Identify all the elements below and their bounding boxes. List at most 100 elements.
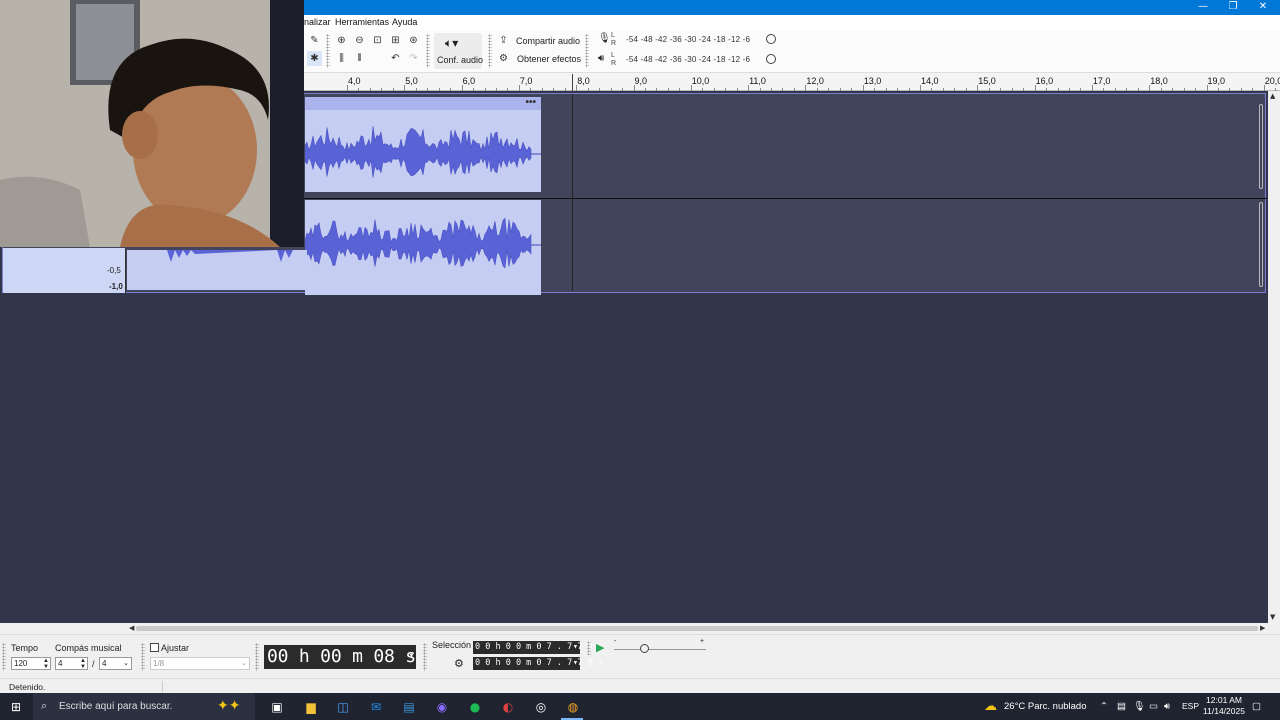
chevron-down-icon[interactable]: ▾ [409,645,414,668]
scroll-up-icon[interactable]: ▲ [1270,92,1275,100]
outlook-icon[interactable]: ✉ [367,698,385,716]
windows-start-icon[interactable]: ⊞ [7,698,25,716]
obs-icon[interactable]: ◎ [532,698,550,716]
task-view-icon[interactable]: ▣ [268,698,286,716]
audacity-icon[interactable]: ◍ [564,698,582,716]
toolbar-grip[interactable] [255,643,259,671]
playback-speed-thumb[interactable] [640,644,649,653]
zoom-fit-icon[interactable]: ⊞ [388,33,403,48]
channel-resize-handle[interactable] [1259,104,1263,189]
main-toolbar: ✎ ✱ ⊕ ⊖ ⊡ ⊞ ⊛ ⫼ ⫴ ↶ ↷ 🔈︎▾ Conf. audio ⇪ … [304,30,1280,73]
play-at-speed-button[interactable]: ▶ [596,641,604,654]
zoom-selection-icon[interactable]: ⊡ [370,33,385,48]
tray-app-icon[interactable]: ▤ [1117,701,1126,712]
tempo-label: Tempo [11,643,39,653]
spotify-icon[interactable]: ● [466,698,484,716]
taskbar-search[interactable]: ⌕ Escribe aquí para buscar. ✦✦ [33,693,255,720]
scroll-right-icon[interactable]: ▶ [1260,624,1265,632]
audio-clip-right[interactable] [305,200,541,295]
weather-text[interactable]: 26°C Parc. nublado [1004,701,1087,712]
network-icon[interactable]: ▭ [1149,701,1158,712]
app-icon[interactable]: ◐ [499,698,517,716]
toolbar-grip[interactable] [141,643,145,671]
time-signature-bottom-select[interactable]: 4 ⌄ [99,657,132,670]
clock[interactable]: 12:01 AM 11/14/2025 [1196,695,1252,717]
toolbar-grip[interactable] [587,641,591,655]
toolbar-grip[interactable] [326,34,330,68]
recording-meter[interactable]: 🎙︎ LR -54 -48 -42 -36 -30 -24 -18 -12 -6 [594,32,776,50]
status-bar: Detenido. [0,678,1280,693]
store-icon[interactable]: ◫ [334,698,352,716]
toolbar-grip[interactable] [423,643,427,671]
toolbar-grip[interactable] [585,34,589,68]
selection-settings-icon[interactable]: ⚙ [454,657,464,670]
silence-icon[interactable]: ⫴ [352,51,367,66]
trim-icon[interactable]: ⫼ [334,51,349,66]
speed-max-label: + [700,638,705,645]
spin-arrows-icon[interactable]: ▲ ▼ [43,658,49,670]
zoom-toggle-icon[interactable]: ⊛ [406,33,421,48]
channel-resize-handle[interactable] [1259,202,1263,287]
chevron-down-icon[interactable]: ▾ [573,641,578,654]
play-head-marker[interactable] [572,74,573,91]
selection-end-display[interactable]: 0 0 h 0 0 m 0 7 . 7 7 9 s ▾ [473,657,603,670]
microphone-icon[interactable]: 🎙︎ [1133,701,1145,712]
meter-channels: LR [611,32,617,47]
tempo-input[interactable]: 120 ▲ ▼ [11,657,51,670]
app-icon[interactable]: ▤ [400,698,418,716]
menu-tools[interactable]: Herramientas [335,17,389,27]
playback-level-knob[interactable] [766,54,776,64]
zoom-in-icon[interactable]: ⊕ [334,33,349,48]
audio-setup-button[interactable]: 🔈︎▾ Conf. audio [434,33,483,69]
menu-bar: nalizar Herramientas Ayuda [304,15,1280,30]
discord-icon[interactable]: ◉ [433,698,451,716]
file-explorer-icon[interactable]: ▆ [302,698,320,716]
time-display[interactable]: 00 h 00 m 08 s ▾ [264,645,416,669]
multi-tool-icon[interactable]: ✱ [307,51,322,66]
playback-meter[interactable]: 🔊︎ LR -54 -48 -42 -36 -30 -24 -18 -12 -6 [594,52,776,70]
menu-analyze[interactable]: nalizar [304,17,331,27]
menu-help[interactable]: Ayuda [392,17,417,27]
snap-checkbox[interactable] [150,643,159,652]
get-effects-button[interactable]: Obtener efectos [517,54,581,64]
redo-icon[interactable]: ↷ [406,51,421,66]
audio-clip-left[interactable]: ••• [305,97,541,192]
vertical-scale-line [125,248,126,293]
minimize-button[interactable]: — [1188,0,1218,15]
time-signature-top-input[interactable]: 4 ▲ ▼ [55,657,88,670]
toolbar-grip[interactable] [426,34,430,68]
zoom-out-icon[interactable]: ⊖ [352,33,367,48]
selection-start-display[interactable]: 0 0 h 0 0 m 0 7 . 7 7 9 s ▾ [473,641,603,654]
weather-icon[interactable]: ☁ [984,698,997,714]
close-button[interactable]: ✕ [1248,0,1278,15]
meter-channels: LR [611,52,617,67]
meter-scale: -54 -48 -42 -36 -30 -24 -18 -12 -6 [626,35,751,44]
ruler-tick-label: 13,0 [863,76,882,86]
scroll-down-icon[interactable]: ▼ [1270,613,1275,621]
share-audio-button[interactable]: Compartir audio [516,36,580,46]
ruler-tick-label: 12,0 [806,76,824,86]
webcam-person-image [0,0,304,247]
volume-icon[interactable]: 🔊︎ [1164,701,1170,712]
scale-label: -0,5 [107,266,121,275]
undo-icon[interactable]: ↶ [388,51,403,66]
toolbar-grip[interactable] [2,643,6,671]
draw-tool-icon[interactable]: ✎ [307,33,322,48]
notifications-icon[interactable]: ▢ [1252,701,1261,712]
spin-arrows-icon[interactable]: ▲ ▼ [80,658,86,670]
vertical-scrollbar[interactable]: ▲ ▼ [1268,91,1280,623]
scroll-left-icon[interactable]: ◀ [129,624,134,632]
track-control-panel[interactable]: -0,5 -1,0 [3,248,125,293]
tray-chevron-icon[interactable]: ⌃ [1100,701,1108,712]
horizontal-scrollbar[interactable]: ◀ ▶ [126,623,1268,634]
toolbar-grip[interactable] [488,34,492,68]
horizontal-scroll-thumb[interactable] [136,626,1258,631]
ruler-tick-label: 7,0 [519,76,533,86]
recording-level-knob[interactable] [766,34,776,44]
chevron-down-icon[interactable]: ▾ [573,657,578,670]
restore-button[interactable]: ❐ [1218,0,1248,15]
microphone-icon: 🎙︎ [598,33,611,44]
timeline-ruler[interactable]: 4,0 5,0 6,0 7,0 8,0 9,0 10,0 11,0 12,0 13,0 14,0 15… [304,73,1280,91]
playback-speed-slider[interactable] [614,649,706,650]
snap-select[interactable]: 1/8 ⌄ [150,657,250,670]
